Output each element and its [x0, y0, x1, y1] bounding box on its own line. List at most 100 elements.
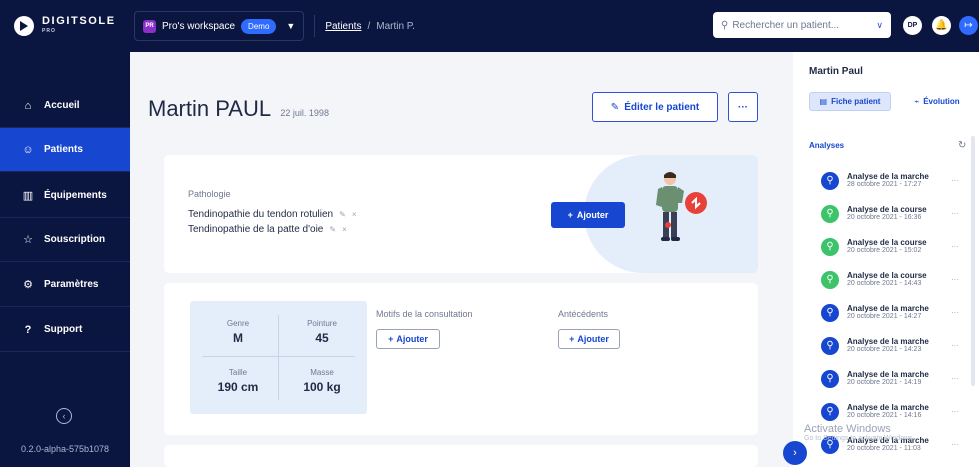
patients-icon: ☺ [22, 143, 34, 156]
list-item[interactable]: ⚲ Analyse de la marche 20 octobre 2021 - … [793, 329, 979, 362]
next-card [164, 445, 758, 467]
pointure-label: Pointure [307, 319, 337, 328]
masse-label: Masse [310, 368, 334, 377]
list-item[interactable]: ⚲ Analyse de la course 20 octobre 2021 - … [793, 263, 979, 296]
tab-evolution[interactable]: ⌁ Évolution [901, 92, 973, 111]
add-antecedent-button[interactable]: + Ajouter [558, 329, 620, 349]
patient-search[interactable]: ⚲ Rechercher un patient... ∨ [713, 12, 891, 38]
edit-patient-button[interactable]: ✎ Éditer le patient [592, 92, 718, 122]
pathology-list: Tendinopathie du tendon rotulien ✎ × Ten… [188, 207, 357, 237]
list-item: Tendinopathie du tendon rotulien ✎ × [188, 207, 357, 222]
logo[interactable]: DIGITSOLE PRO [0, 0, 130, 52]
list-item: Tendinopathie de la patte d'oie ✎ × [188, 222, 357, 237]
analysis-date: 20 octobre 2021 - 15:02 [847, 247, 922, 254]
support-icon: ? [24, 323, 32, 336]
sidebar-item-parametres[interactable]: ⚙ Paramètres [0, 263, 130, 307]
analysis-date: 20 octobre 2021 - 14:23 [847, 346, 922, 353]
more-options-icon[interactable]: ··· [951, 407, 959, 416]
more-options-icon[interactable]: ··· [951, 242, 959, 251]
divider [278, 315, 279, 400]
walk-icon: ⚲ [821, 303, 839, 322]
workspace-switcher[interactable]: PR Pro's workspace Demo ▼ [134, 11, 305, 41]
biometrics-panel: Genre M Pointure 45 Taille 190 cm Masse … [190, 301, 367, 414]
tab-fiche-patient[interactable]: ▤ Fiche patient [809, 92, 891, 111]
breadcrumb-patients-link[interactable]: Patients [325, 21, 361, 32]
masse-stat: Masse 100 kg [282, 368, 362, 394]
list-item[interactable]: ⚲ Analyse de la course 20 octobre 2021 - … [793, 197, 979, 230]
analysis-date: 28 octobre 2021 - 17:27 [847, 181, 922, 188]
chevron-down-icon: ▼ [286, 21, 296, 31]
genre-value: M [233, 331, 243, 345]
edit-pencil-icon[interactable]: ✎ [329, 225, 336, 234]
collapse-sidebar-icon[interactable]: ‹ [56, 408, 72, 424]
taille-stat: Taille 190 cm [198, 368, 278, 394]
run-icon: ⚲ [821, 237, 839, 256]
breadcrumb-separator: / [367, 20, 371, 32]
patient-side-panel: Martin Paul ▤ Fiche patient ⌁ Évolution … [793, 52, 979, 467]
bell-icon[interactable]: 🔔 [932, 16, 951, 35]
sidebar-item-support[interactable]: ? Support [0, 308, 130, 352]
walk-icon: ⚲ [821, 402, 839, 421]
watermark-line2: Go to Settings to activate Windows. [804, 435, 915, 442]
sidebar-item-label: Paramètres [44, 279, 99, 290]
sidebar-item-label: Support [44, 324, 83, 335]
more-options-icon[interactable]: ··· [951, 374, 959, 383]
run-icon: ⚲ [821, 204, 839, 223]
tab-label: Fiche patient [831, 97, 881, 106]
more-options-icon[interactable]: ··· [951, 209, 959, 218]
more-options-icon[interactable]: ··· [951, 308, 959, 317]
walk-icon: ⚲ [821, 369, 839, 388]
panel-patient-name: Martin Paul [809, 66, 863, 77]
sidebar-item-souscription[interactable]: ☆ Souscription [0, 218, 130, 262]
patient-first-name: Martin [148, 96, 210, 121]
profile-card: Genre M Pointure 45 Taille 190 cm Masse … [164, 283, 758, 435]
plus-icon: + [567, 210, 573, 220]
walk-icon: ⚲ [821, 171, 839, 190]
analysis-date: 20 octobre 2021 - 14:43 [847, 280, 922, 287]
list-item[interactable]: ⚲ Analyse de la course 20 octobre 2021 - … [793, 230, 979, 263]
add-motif-button[interactable]: + Ajouter [376, 329, 440, 349]
expand-panel-button[interactable]: › [783, 441, 807, 465]
refresh-icon[interactable]: ↻ [958, 140, 966, 151]
home-icon: ⌂ [24, 99, 32, 112]
logout-icon[interactable]: ↦ [959, 16, 978, 35]
delete-icon[interactable]: × [352, 210, 357, 219]
logo-text: DIGITSOLE PRO [42, 15, 116, 35]
pointure-stat: Pointure 45 [282, 319, 362, 345]
analysis-title: Analyse de la marche [847, 403, 929, 412]
breadcrumb: Patients / Martin P. [325, 21, 415, 32]
taille-value: 190 cm [217, 380, 259, 394]
search-icon: ⚲ [721, 19, 729, 31]
sidebar-item-equipements[interactable]: ▥ Équipements [0, 174, 130, 218]
add-antecedent-label: Ajouter [577, 334, 609, 344]
sidebar: ⌂ Accueil ☺ Patients ▥ Équipements ☆ Sou… [0, 52, 130, 467]
chart-icon: ⌁ [914, 97, 920, 106]
search-input[interactable]: Rechercher un patient... [732, 20, 839, 31]
more-options-icon[interactable]: ··· [951, 176, 959, 185]
more-options-icon[interactable]: ··· [951, 440, 959, 449]
patient-last-name: PAUL [215, 96, 271, 121]
chevron-down-icon[interactable]: ∨ [876, 20, 883, 31]
edit-pencil-icon[interactable]: ✎ [339, 210, 346, 219]
pathology-name: Tendinopathie du tendon rotulien [188, 209, 334, 220]
more-options-icon[interactable]: ··· [951, 275, 959, 284]
delete-icon[interactable]: × [342, 225, 347, 234]
avatar[interactable]: DP [903, 16, 922, 35]
masse-value: 100 kg [303, 380, 341, 394]
more-options-icon[interactable]: ··· [951, 341, 959, 350]
list-item[interactable]: ⚲ Analyse de la marche 28 octobre 2021 - … [793, 164, 979, 197]
genre-label: Genre [226, 319, 250, 328]
document-icon: ▤ [819, 97, 828, 106]
list-item[interactable]: ⚲ Analyse de la marche 20 octobre 2021 - … [793, 296, 979, 329]
sidebar-item-label: Patients [44, 144, 83, 155]
list-item[interactable]: ⚲ Analyse de la marche 20 octobre 2021 - … [793, 362, 979, 395]
add-pathology-label: Ajouter [576, 210, 609, 220]
doctor-illustration [656, 172, 707, 241]
more-options-button[interactable]: ··· [728, 92, 758, 122]
analysis-title: Analyse de la marche [847, 337, 929, 346]
plus-icon: + [569, 334, 575, 344]
add-pathology-button[interactable]: + Ajouter [551, 202, 625, 228]
sidebar-item-accueil[interactable]: ⌂ Accueil [0, 84, 130, 128]
plus-icon: + [388, 334, 394, 344]
sidebar-item-patients[interactable]: ☺ Patients [0, 128, 130, 172]
